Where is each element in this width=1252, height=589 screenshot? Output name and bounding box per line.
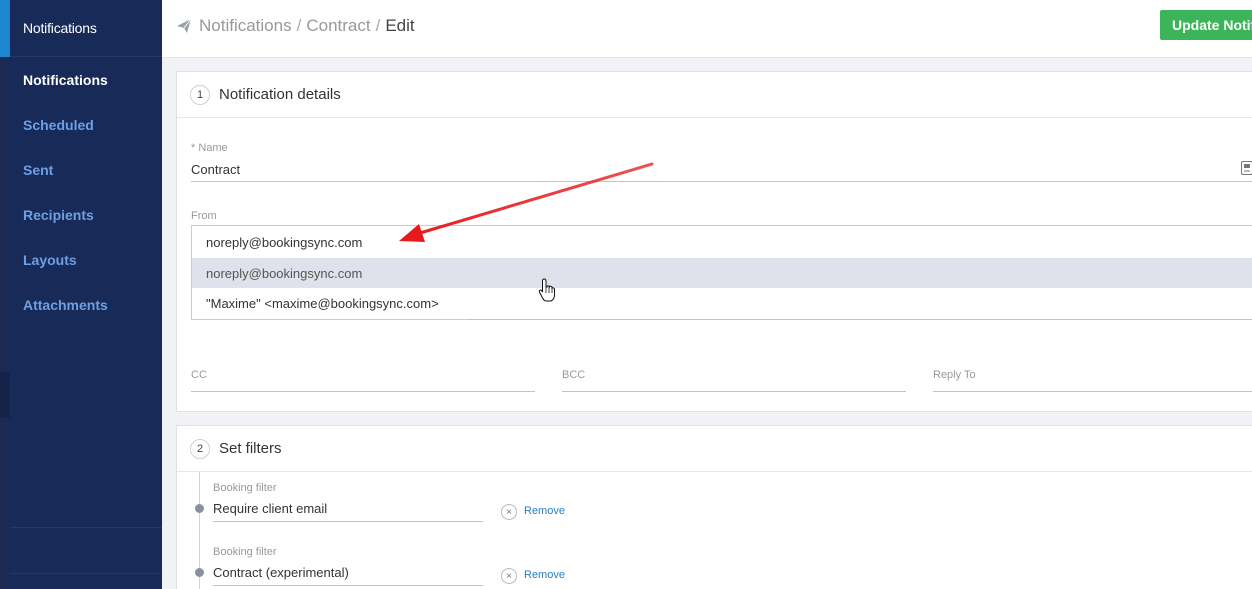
step-number: 1 (190, 84, 210, 105)
cc-input[interactable] (191, 391, 535, 392)
from-underline (468, 319, 1252, 320)
rail-segment (0, 372, 10, 418)
remove-filter-link[interactable]: Remove (524, 569, 565, 581)
filter-dot (195, 568, 204, 577)
sidebar-divider (10, 573, 162, 574)
sidebar-item-recipients[interactable]: Recipients (10, 192, 162, 237)
from-input[interactable]: noreply@bookingsync.com (192, 226, 1252, 258)
filter-label: Booking filter (213, 546, 277, 558)
document-icon[interactable] (1241, 161, 1252, 175)
name-input[interactable]: Contract (191, 162, 240, 177)
step-number: 2 (190, 438, 210, 459)
from-option-maxime[interactable]: "Maxime" <maxime@bookingsync.com> (192, 288, 1252, 318)
filter-dot (195, 504, 204, 513)
from-label: From (191, 210, 217, 222)
set-filters-card: 2 Set filters Booking filter Require cli… (176, 425, 1252, 589)
remove-icon[interactable]: × (501, 504, 517, 520)
name-underline (191, 181, 1252, 182)
filter-underline (213, 521, 483, 522)
sidebar: Notifications Notifications Scheduled Se… (10, 0, 162, 589)
bcc-label: BCC (562, 369, 586, 381)
notification-details-card: 1 Notification details * Name Contract F… (176, 71, 1252, 412)
rail-accent (0, 0, 10, 57)
breadcrumb-separator: / (296, 16, 302, 35)
cc-label: CC (191, 369, 207, 381)
card-header: 2 Set filters (177, 426, 1252, 472)
filter-label: Booking filter (213, 482, 277, 494)
top-bar: Notifications / Contract / Edit Update N… (162, 0, 1252, 58)
from-option-noreply[interactable]: noreply@bookingsync.com (192, 258, 1252, 288)
update-notification-button[interactable]: Update Notific (1160, 10, 1252, 40)
card-header: 1 Notification details (177, 72, 1252, 118)
filter-select[interactable]: Require client email (213, 501, 327, 516)
name-label: * Name (191, 142, 228, 154)
sidebar-item-scheduled[interactable]: Scheduled (10, 102, 162, 147)
sidebar-item-sent[interactable]: Sent (10, 147, 162, 192)
remove-filter-link[interactable]: Remove (524, 505, 565, 517)
card-title: Notification details (219, 86, 341, 103)
card-title: Set filters (219, 440, 282, 457)
paper-plane-icon (177, 18, 192, 33)
sidebar-header: Notifications (10, 0, 162, 57)
breadcrumb-contract[interactable]: Contract (306, 16, 370, 36)
sidebar-item-notifications[interactable]: Notifications (10, 57, 162, 102)
filter-underline (213, 585, 483, 586)
breadcrumb-notifications[interactable]: Notifications (199, 16, 292, 36)
sidebar-item-layouts[interactable]: Layouts (10, 237, 162, 282)
bcc-input[interactable] (562, 391, 906, 392)
reply-to-label: Reply To (933, 369, 976, 381)
remove-icon[interactable]: × (501, 568, 517, 584)
from-dropdown[interactable]: noreply@bookingsync.com noreply@bookings… (191, 225, 1252, 320)
breadcrumb-current: Edit (385, 16, 415, 35)
left-rail (0, 0, 10, 589)
breadcrumb-separator: / (375, 16, 381, 35)
sidebar-item-attachments[interactable]: Attachments (10, 282, 162, 327)
sidebar-divider (10, 527, 162, 528)
reply-to-input[interactable] (933, 391, 1252, 392)
filter-select[interactable]: Contract (experimental) (213, 565, 349, 580)
breadcrumb: Notifications / Contract / Edit (176, 16, 415, 36)
